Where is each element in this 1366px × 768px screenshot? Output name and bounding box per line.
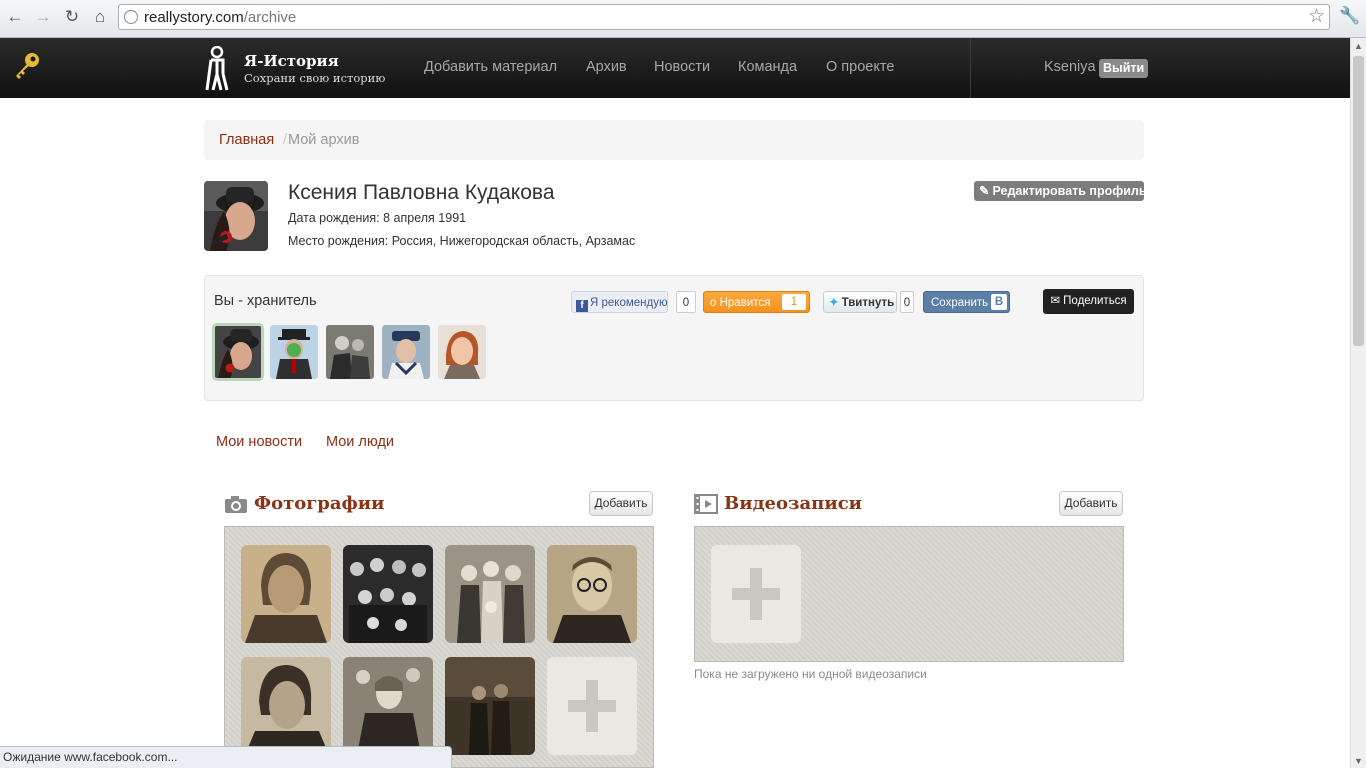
keeper-avatar-woman-portrait[interactable] <box>438 325 486 379</box>
home-icon[interactable]: ⌂ <box>89 6 111 28</box>
breadcrumb-home-link[interactable]: Главная <box>219 132 274 148</box>
vk-save-button[interactable]: Сохранить В <box>923 291 1010 313</box>
photo-item[interactable] <box>445 545 535 643</box>
photo-item[interactable] <box>241 545 331 643</box>
twitter-bird-icon: ✦ <box>829 297 839 309</box>
back-icon[interactable]: ← <box>4 6 26 28</box>
profile-avatar[interactable] <box>204 181 268 251</box>
photo-item[interactable] <box>343 657 433 755</box>
odnoklassniki-icon: о <box>710 297 717 309</box>
edit-profile-label: Редактировать профиль <box>992 184 1147 198</box>
keeper-avatar-woman-in-hat[interactable] <box>212 323 264 381</box>
logo-icon[interactable] <box>203 46 231 92</box>
bookmark-star-icon[interactable]: ☆ <box>1308 5 1325 28</box>
add-photo-button[interactable]: Добавить <box>589 491 653 516</box>
photos-grid <box>224 526 654 768</box>
facebook-count: 0 <box>676 291 696 313</box>
plus-icon-bar <box>732 588 780 600</box>
scroll-up-icon[interactable]: ▲ <box>1354 41 1363 51</box>
tab-my-news[interactable]: Мои новости <box>216 434 302 450</box>
pencil-icon: ✎ <box>979 184 990 198</box>
add-video-button[interactable]: Добавить <box>1059 491 1123 516</box>
add-photo-tile[interactable] <box>547 657 637 755</box>
nav-news[interactable]: Новости <box>654 59 710 75</box>
key-icon[interactable] <box>12 51 42 81</box>
logo-subtitle: Сохрани свою историю <box>244 71 386 85</box>
keeper-avatar-boy-sailor[interactable] <box>382 325 430 379</box>
videos-title: Видеозаписи <box>724 493 863 514</box>
plus-icon-bar <box>568 700 616 712</box>
nav-team[interactable]: Команда <box>738 59 797 75</box>
forward-icon[interactable]: → <box>32 6 54 28</box>
videos-grid <box>694 526 1124 662</box>
nav-archive[interactable]: Архив <box>586 59 627 75</box>
photo-item[interactable] <box>547 545 637 643</box>
odnoklassniki-count: 1 <box>782 294 806 310</box>
vk-icon: В <box>991 294 1007 310</box>
share-button[interactable]: ✉ Поделиться <box>1043 289 1134 314</box>
edit-profile-button[interactable]: ✎ Редактировать профиль <box>974 181 1147 201</box>
add-video-tile[interactable] <box>711 545 801 643</box>
breadcrumb-current: Мой архив <box>288 132 360 148</box>
videos-empty-message: Пока не загружено ни одной видеозаписи <box>694 667 927 681</box>
twitter-count: 0 <box>900 291 914 313</box>
keeper-title: Вы - хранитель <box>214 293 317 309</box>
odnoklassniki-label: Нравится <box>719 297 771 309</box>
tweet-button[interactable]: ✦ Твитнуть <box>823 291 897 313</box>
photo-item[interactable] <box>241 657 331 755</box>
envelope-icon: ✉ <box>1050 295 1060 307</box>
logo-title[interactable]: Я-История <box>244 52 339 70</box>
profile-name: Ксения Павловна Кудакова <box>288 181 555 204</box>
url-text: reallystory.com/archive <box>144 9 297 26</box>
facebook-label: Я рекомендую <box>590 297 668 309</box>
wrench-icon[interactable]: 🔧 <box>1339 6 1360 26</box>
photo-item[interactable] <box>343 545 433 643</box>
odnoklassniki-like-button[interactable]: о Нравится 1 <box>703 291 810 313</box>
tab-my-people[interactable]: Мои люди <box>326 434 394 450</box>
photos-title: Фотографии <box>254 493 385 514</box>
nav-add-material[interactable]: Добавить материал <box>424 59 557 75</box>
tweet-label: Твитнуть <box>841 297 895 309</box>
facebook-recommend-button[interactable]: fЯ рекомендую <box>571 291 668 313</box>
site-header: Я-История Сохрани свою историю Добавить … <box>0 38 1350 98</box>
facebook-icon: f <box>576 300 588 312</box>
keeper-avatar-man-with-apple[interactable] <box>270 325 318 379</box>
nav-divider <box>970 38 971 98</box>
keeper-avatar-old-photo[interactable] <box>326 325 374 379</box>
share-label: Поделиться <box>1063 295 1127 307</box>
photo-item[interactable] <box>445 657 535 755</box>
camera-icon <box>225 496 247 513</box>
profile-birth-place: Место рождения: Россия, Нижегородская об… <box>288 234 636 248</box>
breadcrumb: Главная / Мой архив <box>204 120 1144 160</box>
browser-toolbar: ← → ↻ ⌂ reallystory.com/archive ☆ 🔧 <box>0 0 1366 38</box>
scroll-thumb[interactable] <box>1353 56 1364 346</box>
keeper-panel: Вы - хранитель fЯ рекомендую 0 о Нравитс… <box>204 275 1144 401</box>
breadcrumb-separator: / <box>283 132 288 148</box>
reload-icon[interactable]: ↻ <box>61 6 83 28</box>
scrollbar[interactable]: ▲ ▼ <box>1350 38 1366 768</box>
vk-label: Сохранить <box>931 297 989 309</box>
browser-status-bubble: Ожидание www.facebook.com... <box>0 746 452 768</box>
address-bar[interactable]: reallystory.com/archive ☆ <box>118 4 1330 30</box>
nav-about[interactable]: О проекте <box>826 59 894 75</box>
scroll-down-icon[interactable]: ▼ <box>1354 756 1363 766</box>
film-icon <box>694 494 718 514</box>
globe-icon <box>124 10 138 24</box>
profile-birth-date: Дата рождения: 8 апреля 1991 <box>288 211 467 225</box>
logout-button[interactable]: Выйти <box>1099 59 1149 78</box>
username-link[interactable]: Kseniya <box>1044 59 1096 75</box>
